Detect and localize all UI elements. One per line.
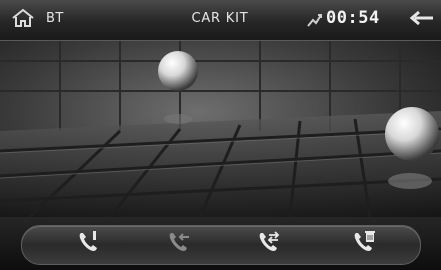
signal-icon (305, 11, 323, 33)
phone-call-icon (76, 229, 102, 259)
redial-button[interactable] (254, 225, 284, 263)
phone-transfer-icon (166, 229, 192, 259)
delete-button[interactable] (349, 225, 379, 263)
home-button[interactable] (8, 6, 38, 34)
bottom-bar (0, 217, 441, 270)
home-icon (11, 8, 35, 32)
back-arrow-icon (409, 10, 435, 30)
page-title: CAR KIT (191, 11, 249, 26)
back-button[interactable] (406, 8, 438, 32)
phone-delete-icon (351, 229, 377, 259)
source-label: BT (46, 11, 64, 26)
background-wallpaper (0, 41, 441, 217)
call-button[interactable] (74, 225, 104, 263)
clock: 00:54 (326, 8, 380, 28)
phone-redial-icon (256, 229, 282, 259)
wallpaper-image (0, 41, 441, 217)
transfer-button[interactable] (164, 225, 194, 263)
top-bar: BT CAR KIT 00:54 (0, 0, 441, 41)
